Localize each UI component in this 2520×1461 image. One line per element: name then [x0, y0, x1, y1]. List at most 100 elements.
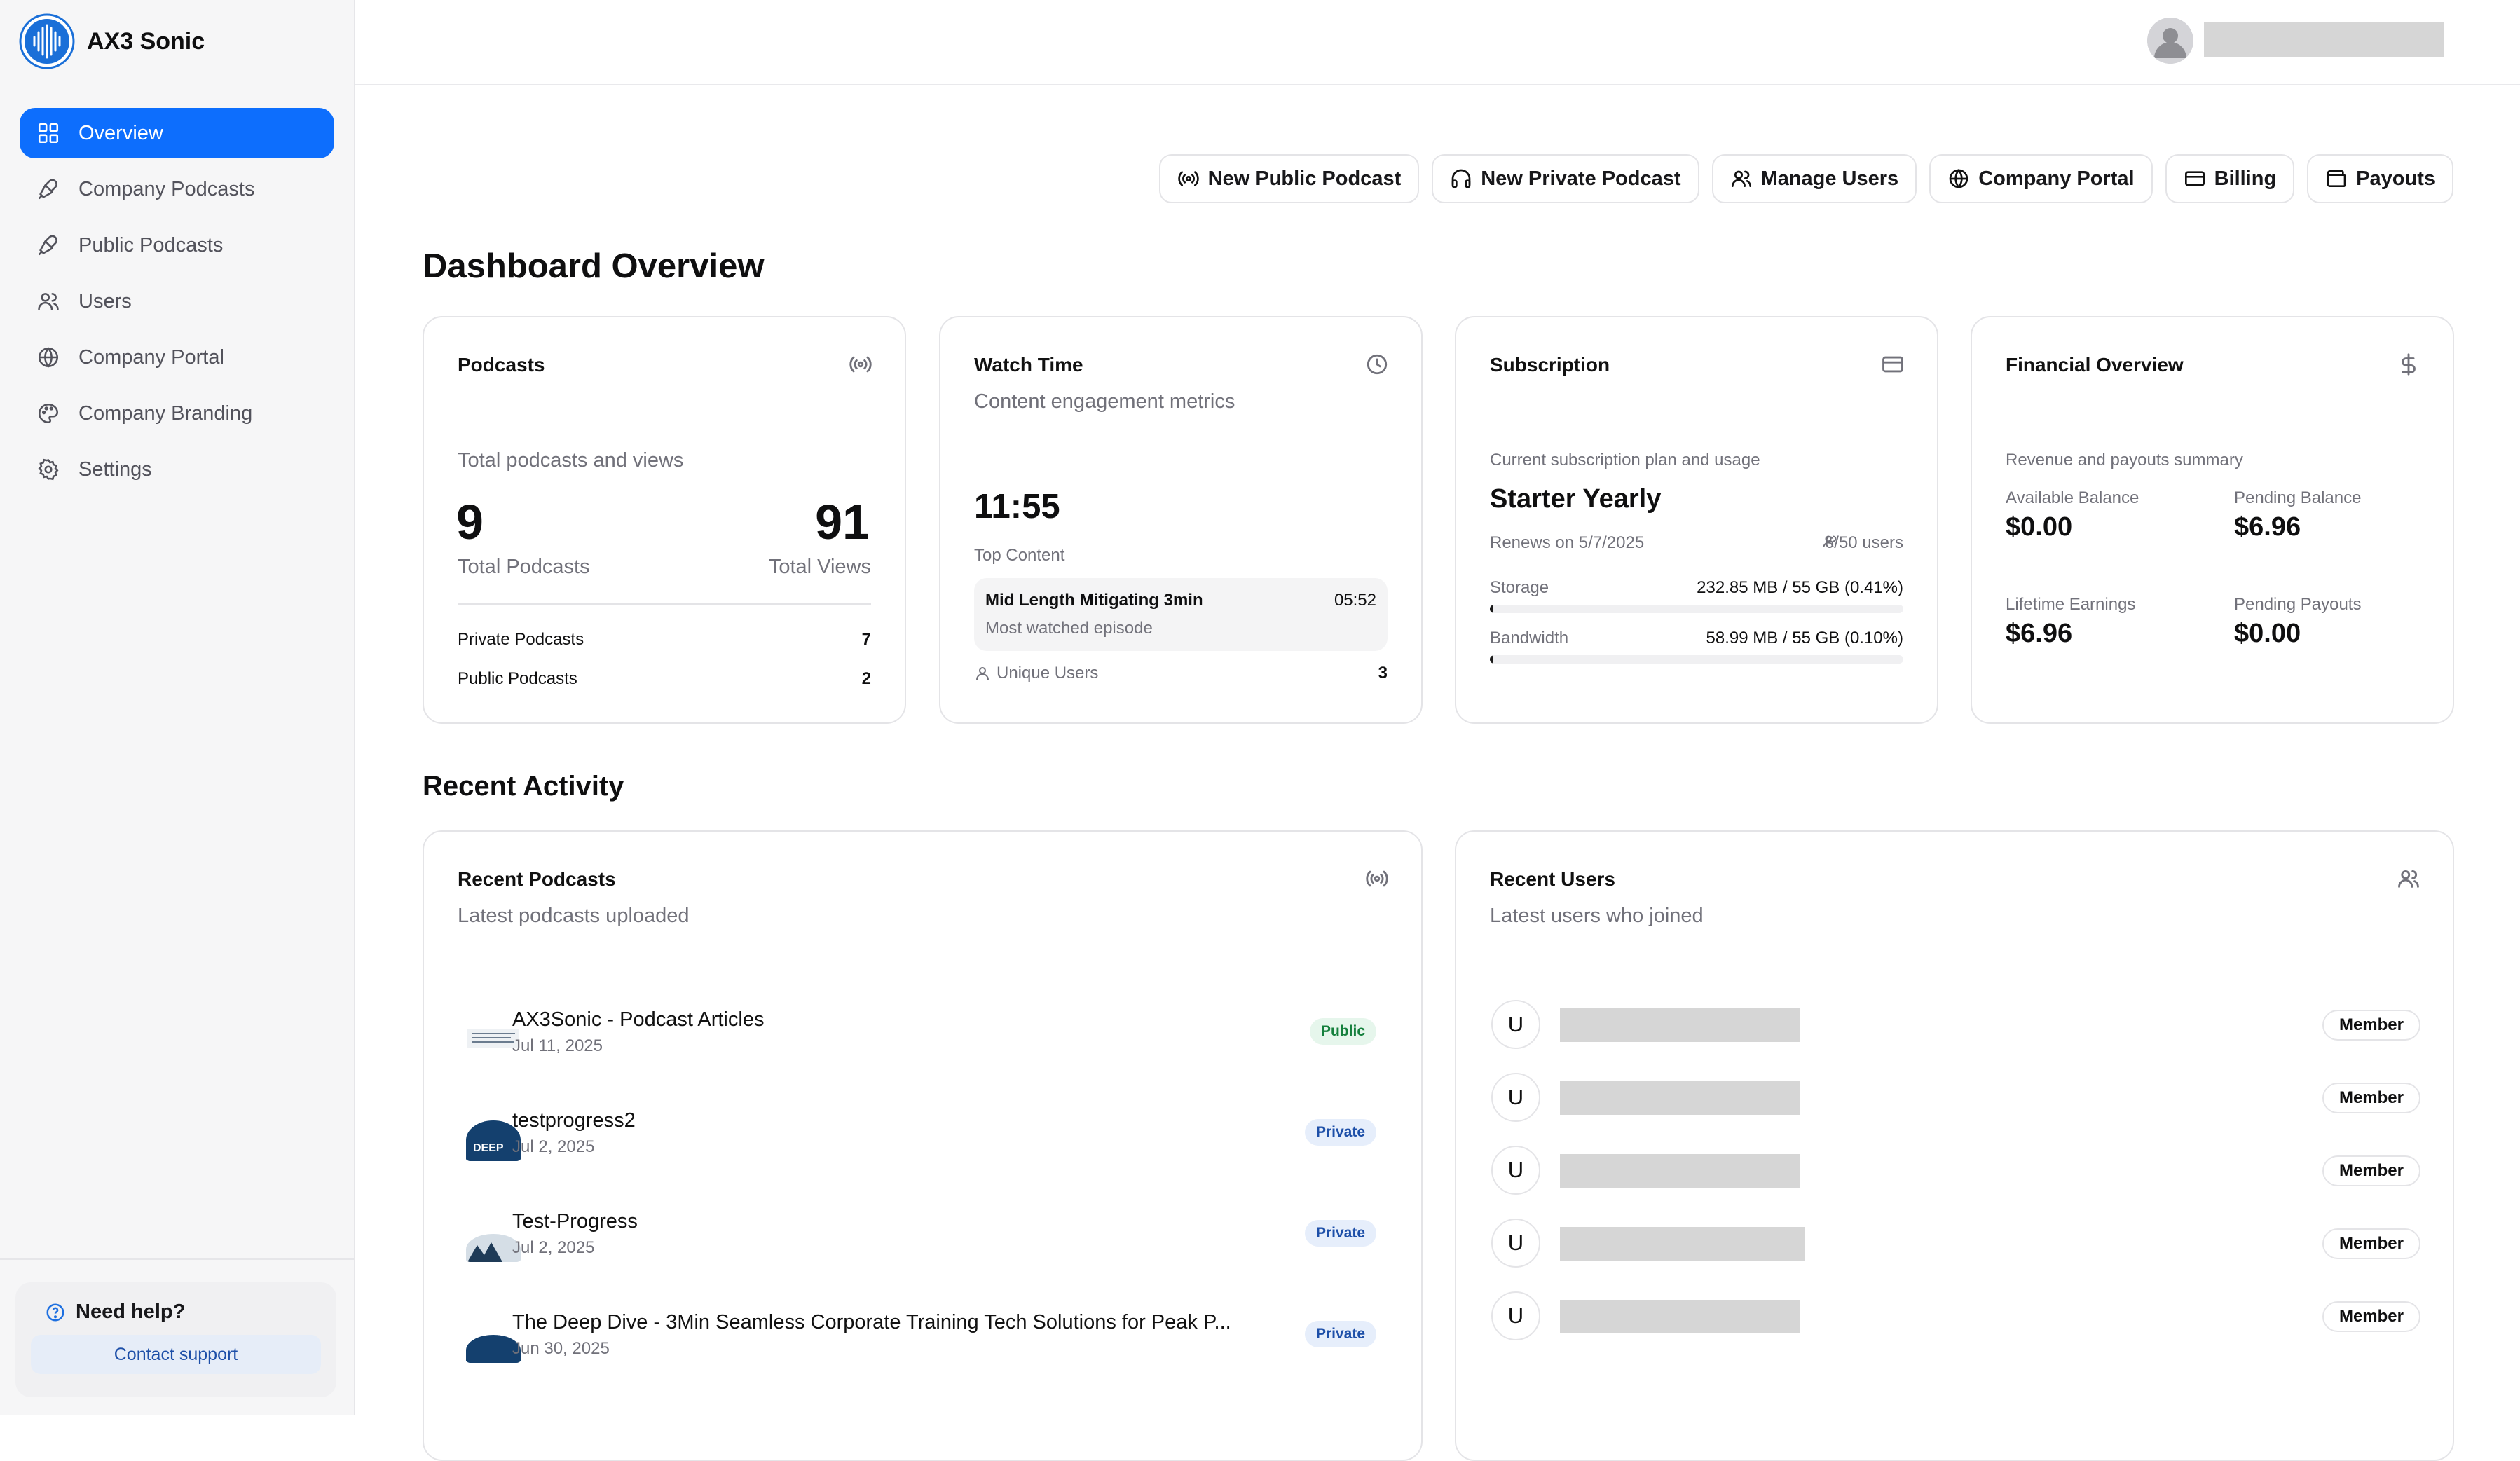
user-row[interactable]: U Member: [1456, 1219, 2453, 1275]
help-title: Need help?: [45, 1301, 321, 1324]
podcast-row[interactable]: DEEP testprogress2 Jul 2, 2025 Private: [424, 1109, 1421, 1186]
role-badge: Member: [2322, 1301, 2420, 1332]
podcasts-card: Podcasts Total podcasts and views 9 Tota…: [423, 316, 906, 724]
manage-users-button[interactable]: Manage Users: [1711, 154, 1917, 203]
unique-users-label: Unique Users: [997, 664, 1099, 683]
lifetime-earnings-label: Lifetime Earnings: [2006, 595, 2136, 614]
sidebar-item-company-branding[interactable]: Company Branding: [20, 388, 334, 439]
help-circle-icon: [46, 1303, 64, 1321]
users-icon: [1731, 170, 1751, 187]
storage-progress-fill: [1490, 605, 1493, 613]
avatar: U: [1491, 1291, 1540, 1340]
card-subtitle: Content engagement metrics: [974, 390, 1235, 413]
button-label: Payouts: [2356, 167, 2435, 190]
sidebar-item-label: Company Branding: [78, 402, 253, 425]
wallet-icon: [2327, 170, 2346, 187]
user-row[interactable]: U Member: [1456, 1073, 2453, 1129]
top-content-label: Top Content: [974, 546, 1065, 565]
private-podcasts-label: Private Podcasts: [458, 630, 584, 649]
podcast-title: testprogress2: [512, 1109, 636, 1132]
renewal-date: Renews on 5/7/2025: [1490, 533, 1645, 552]
button-label: Manage Users: [1760, 167, 1899, 190]
help-box: Need help? Contact support: [15, 1282, 336, 1397]
podcast-row[interactable]: Test-Progress Jul 2, 2025 Private: [424, 1210, 1421, 1287]
broadcast-icon: [1177, 171, 1199, 186]
svg-text:DEEP: DEEP: [473, 1142, 504, 1154]
storage-value: 232.85 MB / 55 GB (0.41%): [1697, 578, 1903, 597]
new-public-podcast-button[interactable]: New Public Podcast: [1158, 154, 1420, 203]
sidebar-item-public-podcasts[interactable]: Public Podcasts: [20, 220, 334, 270]
button-label: New Public Podcast: [1207, 167, 1402, 190]
role-badge: Member: [2322, 1155, 2420, 1186]
avatar[interactable]: [2147, 18, 2193, 64]
divider: [458, 603, 871, 605]
podcast-date: Jul 2, 2025: [512, 1137, 595, 1156]
new-private-podcast-button[interactable]: New Private Podcast: [1432, 154, 1699, 203]
bandwidth-value: 58.99 MB / 55 GB (0.10%): [1706, 629, 1903, 647]
user-row[interactable]: U Member: [1456, 1291, 2453, 1347]
role-badge: Member: [2322, 1228, 2420, 1259]
bandwidth-label: Bandwidth: [1490, 629, 1569, 647]
pending-payouts-value: $0.00: [2234, 619, 2301, 648]
sidebar-item-settings[interactable]: Settings: [20, 444, 334, 495]
credit-card-icon: [2184, 171, 2205, 186]
microphone-icon: [38, 179, 57, 200]
sidebar-item-label: Overview: [78, 121, 163, 144]
status-badge: Private: [1304, 1321, 1376, 1347]
public-podcasts-value: 2: [861, 669, 871, 688]
podcast-date: Jul 11, 2025: [512, 1036, 603, 1055]
podcast-row[interactable]: The Deep Dive - 3Min Seamless Corporate …: [424, 1311, 1421, 1388]
user-icon: [976, 667, 989, 680]
contact-support-button[interactable]: Contact support: [31, 1335, 321, 1374]
podcast-title: Test-Progress: [512, 1210, 638, 1233]
payouts-button[interactable]: Payouts: [2307, 154, 2453, 203]
card-title: Financial Overview: [2006, 354, 2184, 376]
available-balance-label: Available Balance: [2006, 488, 2139, 507]
globe-icon: [1949, 168, 1968, 189]
sidebar-nav: Overview Company Podcasts Public Podcast…: [0, 83, 354, 495]
card-title: Recent Users: [1490, 868, 1615, 890]
total-podcasts-value: 9: [456, 495, 484, 549]
top-content-item[interactable]: Mid Length Mitigating 3min Most watched …: [974, 578, 1388, 651]
button-label: New Private Podcast: [1481, 167, 1681, 190]
pending-balance-label: Pending Balance: [2234, 488, 2362, 507]
user-row[interactable]: U Member: [1456, 1146, 2453, 1202]
users-icon: [38, 293, 59, 310]
top-content-duration: 05:52: [1334, 591, 1376, 610]
sidebar-item-users[interactable]: Users: [20, 276, 334, 327]
status-badge: Private: [1304, 1119, 1376, 1146]
billing-button[interactable]: Billing: [2165, 154, 2295, 203]
recent-podcasts-card: Recent Podcasts Latest podcasts uploaded…: [423, 830, 1423, 1461]
avatar: U: [1491, 1000, 1540, 1049]
bandwidth-progress-fill: [1490, 655, 1493, 664]
sidebar-item-label: Public Podcasts: [78, 233, 224, 256]
user-name-redacted: [1560, 1154, 1800, 1188]
avatar: U: [1491, 1146, 1540, 1195]
globe-icon: [38, 347, 59, 368]
top-bar: [355, 0, 2520, 85]
private-podcasts-value: 7: [861, 630, 871, 649]
podcast-date: Jun 30, 2025: [512, 1339, 610, 1358]
brand-name: AX3 Sonic: [87, 27, 205, 55]
available-balance-value: $0.00: [2006, 512, 2073, 542]
bandwidth-progress-bar: [1490, 655, 1903, 664]
watch-time-value: 11:55: [974, 488, 1060, 526]
credit-card-icon: [1882, 356, 1903, 373]
sidebar-item-overview[interactable]: Overview: [20, 108, 334, 158]
sidebar-item-company-podcasts[interactable]: Company Podcasts: [20, 164, 334, 214]
card-title: Watch Time: [974, 354, 1083, 376]
pending-balance-value: $6.96: [2234, 512, 2301, 542]
company-portal-button[interactable]: Company Portal: [1929, 154, 2153, 203]
sidebar-item-company-portal[interactable]: Company Portal: [20, 332, 334, 383]
brand[interactable]: AX3 Sonic: [0, 0, 354, 83]
podcast-date: Jul 2, 2025: [512, 1238, 595, 1257]
card-title: Subscription: [1490, 354, 1610, 376]
grid-icon: [38, 123, 59, 144]
user-row[interactable]: U Member: [1456, 1000, 2453, 1056]
brand-logo-icon: [19, 13, 75, 69]
card-title: Podcasts: [458, 354, 545, 376]
sidebar-item-label: Settings: [78, 458, 152, 481]
public-podcasts-label: Public Podcasts: [458, 669, 577, 688]
plan-name: Starter Yearly: [1490, 484, 1662, 514]
podcast-row[interactable]: AX3Sonic - Podcast Articles Jul 11, 2025…: [424, 1008, 1421, 1085]
